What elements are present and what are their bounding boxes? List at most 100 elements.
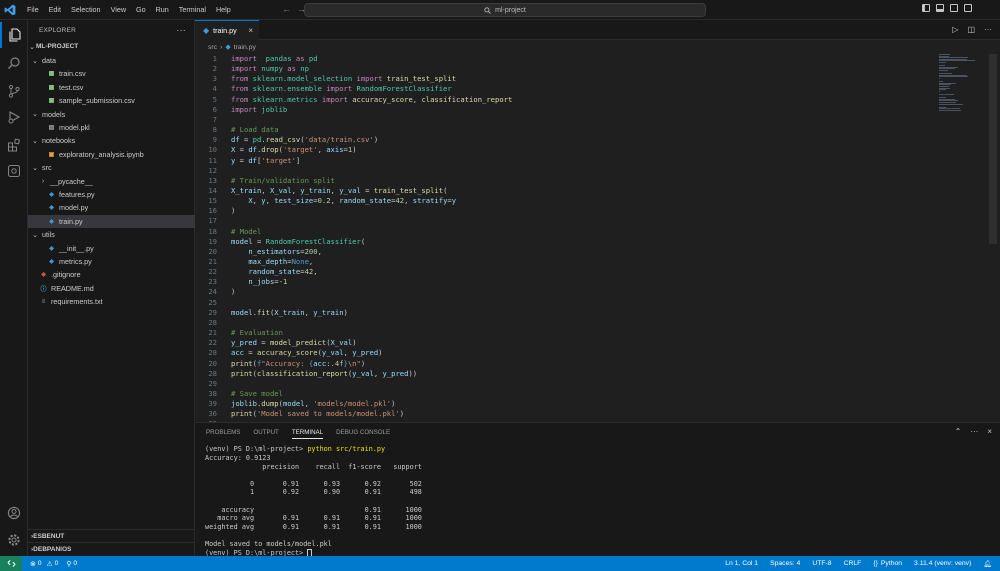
code-line: 24) (195, 287, 935, 297)
tree-file[interactable]: ◆ metrics.py (28, 255, 195, 268)
toggle-primary-sidebar-icon[interactable] (922, 4, 930, 12)
menu-go[interactable]: Go (131, 0, 151, 20)
menu-file[interactable]: File (22, 0, 44, 20)
line-number: 20 (208, 246, 217, 256)
code-token: y_val (321, 348, 344, 358)
code-token: y_pred (352, 348, 379, 358)
tree-file[interactable]: ◆ model.py (28, 201, 195, 214)
tab-terminal[interactable]: TERMINAL (291, 429, 324, 439)
ports-indicator[interactable]: ⚲ 0 (66, 560, 77, 568)
tree-folder[interactable]: ⌄ utils (28, 228, 195, 241)
vertical-scrollbar[interactable] (989, 54, 997, 244)
language-mode[interactable]: {} Python (873, 560, 902, 567)
tree-item-label: __init__.py (59, 243, 94, 253)
source-control-icon[interactable] (0, 78, 28, 104)
line-number: 39 (208, 399, 217, 409)
code-line: 9 df = pd.read_csv('data/train.csv') (195, 135, 935, 145)
back-arrow-icon[interactable]: ← (282, 4, 291, 14)
tree-item-label: .gitignore (51, 270, 81, 280)
accounts-icon[interactable] (0, 500, 28, 526)
end-of-line[interactable]: CRLF (844, 560, 862, 567)
tree-file[interactable]: ◆ train.py (28, 214, 195, 228)
menu-run[interactable]: Run (151, 0, 174, 20)
menu-selection[interactable]: Selection (66, 0, 106, 20)
minimap[interactable] (939, 54, 983, 114)
tree-folder[interactable]: ⌄ models (28, 108, 195, 121)
explorer-icon[interactable] (0, 22, 28, 48)
tree-item-label: models (42, 109, 66, 119)
menu-help[interactable]: Help (211, 0, 236, 20)
extensions-icon[interactable] (0, 132, 28, 158)
tree-file[interactable]: ▦ test.csv (28, 81, 195, 94)
python-interpreter[interactable]: 3.11.4 (venv: venv) (914, 560, 971, 567)
code-token: y (451, 196, 457, 206)
manage-gear-icon[interactable] (0, 527, 28, 553)
code-token: =- (274, 277, 283, 287)
tree-folder[interactable]: ⌄ src (28, 161, 195, 174)
code-line: 19 model = RandomForestClassifier( (195, 237, 935, 247)
command-center-search[interactable]: ml-project (304, 3, 706, 17)
more-actions-icon[interactable]: ··· (176, 25, 186, 35)
toggle-panel-icon[interactable] (936, 4, 944, 12)
more-actions-icon[interactable]: ··· (970, 427, 978, 436)
line-number: 18 (208, 226, 217, 236)
code-text: df = pd.read_csv('data/train.csv') (231, 135, 378, 145)
remote-explorer-icon[interactable] (0, 158, 28, 184)
code-token: read_csv (265, 135, 301, 145)
remote-indicator-icon[interactable] (0, 556, 22, 571)
search-icon[interactable] (0, 50, 28, 76)
code-text: joblib.dump(model, 'models/model.pkl') (231, 399, 395, 409)
tree-file[interactable]: ◈ .gitignore (28, 268, 195, 281)
tree-file[interactable]: ▤ model.pkl (28, 121, 195, 134)
problems-indicator[interactable]: ⊗ 0 ⚠ 0 (30, 560, 58, 568)
encoding[interactable]: UTF-8 (812, 560, 831, 567)
timeline-section[interactable]: › DEBPANIOS (28, 542, 195, 555)
cursor-position[interactable]: Ln 1, Col 1 (725, 560, 758, 567)
menu-terminal[interactable]: Terminal (174, 0, 211, 20)
tab-debug-console[interactable]: DEBUG CONSOLE (336, 429, 390, 436)
menu-view[interactable]: View (106, 0, 131, 20)
python-file-icon: ◆ (49, 205, 54, 212)
tree-folder[interactable]: ⌄ notebooks (28, 134, 195, 147)
code-text: # Save model (231, 389, 283, 399)
breadcrumb-file[interactable]: train.py (234, 44, 256, 51)
run-and-debug-icon[interactable] (0, 104, 28, 130)
tree-file[interactable]: ◆ __init__.py (28, 242, 195, 255)
code-line: 1 import pandas as pd (195, 54, 935, 64)
tree-folder[interactable]: › __pycache__ (28, 175, 195, 188)
editor-actions: ▷ ◫ ··· (952, 25, 992, 34)
code-line: 21 # Evaluation (195, 328, 935, 338)
close-icon[interactable]: × (248, 26, 253, 35)
run-file-icon[interactable]: ▷ (952, 25, 958, 34)
tree-file[interactable]: ≡ requirements.txt (28, 295, 195, 308)
tab-output[interactable]: OUTPUT (253, 429, 278, 436)
tree-file[interactable]: ▣ exploratory_analysis.ipynb (28, 148, 195, 161)
tree-file[interactable]: ⓘ README.md (28, 282, 195, 295)
tree-folder[interactable]: ⌄ data (28, 54, 195, 67)
line-number: 1 (212, 54, 217, 63)
split-editor-icon[interactable]: ◫ (967, 25, 975, 34)
more-actions-icon[interactable]: ··· (984, 25, 992, 34)
breadcrumb-folder[interactable]: src (208, 44, 217, 51)
menu-edit[interactable]: Edit (44, 0, 66, 20)
tree-file[interactable]: ◆ features.py (28, 188, 195, 201)
maximize-panel-icon[interactable]: ⌃ (955, 427, 962, 436)
code-token: , (330, 196, 340, 206)
code-text: acc = accuracy_score(y_val, y_pred) (231, 348, 382, 358)
tree-file[interactable]: ▦ sample_submission.csv (28, 94, 195, 107)
notifications-bell-icon[interactable]: 🔔︎ (983, 560, 992, 568)
code-editor[interactable]: 1 import pandas as pd 2 import numpy as np 3… (195, 54, 1000, 422)
toggle-secondary-sidebar-icon[interactable] (950, 4, 958, 12)
tree-item-label: utils (42, 230, 55, 240)
tab-train-py[interactable]: ◆ train.py × (195, 20, 259, 40)
indentation[interactable]: Spaces: 4 (770, 560, 800, 567)
close-panel-icon[interactable]: × (987, 427, 992, 436)
customize-layout-icon[interactable] (964, 4, 972, 12)
explorer-title: EXPLORER (39, 26, 77, 34)
outline-section[interactable]: › ESBENUT (28, 529, 195, 542)
tab-problems[interactable]: PROBLEMS (206, 429, 240, 436)
project-root[interactable]: ⌄ ML-PROJECT (28, 40, 195, 53)
tree-file[interactable]: ▦ train.csv (28, 67, 195, 80)
code-text: print(classification_report(y_val, y_pre… (231, 369, 417, 379)
